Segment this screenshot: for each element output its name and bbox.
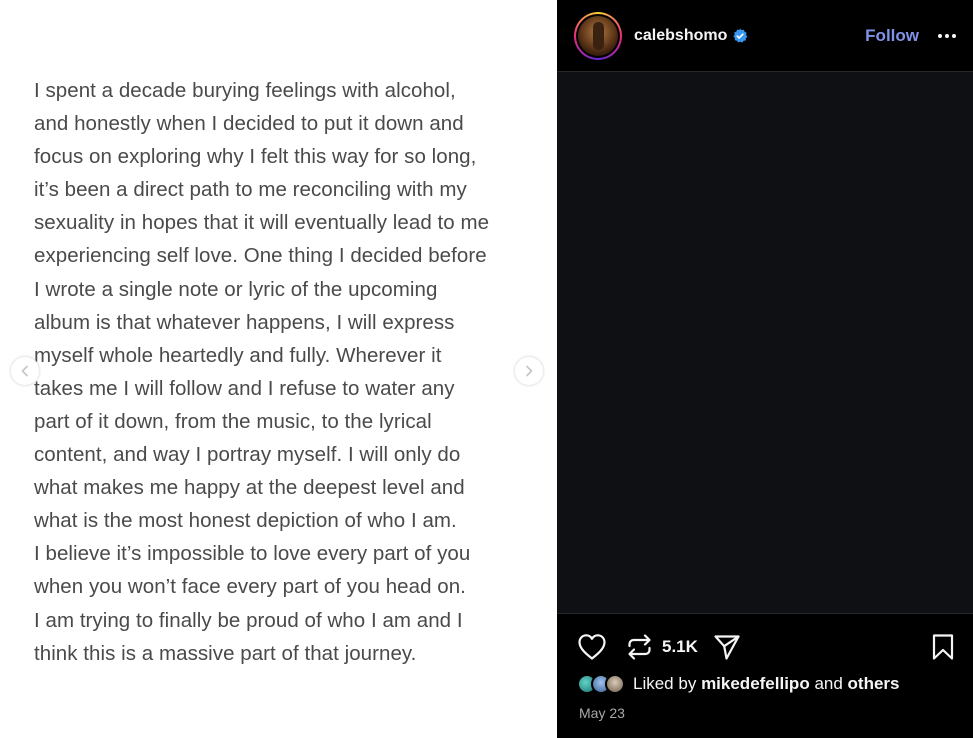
- liked-by-joiner: and: [814, 674, 843, 693]
- post-date[interactable]: May 23: [579, 705, 625, 721]
- carousel-next-button[interactable]: [514, 356, 544, 386]
- follow-button[interactable]: Follow: [865, 26, 919, 46]
- note-text-line: and honestly when I decided to put it do…: [34, 112, 464, 136]
- chevron-right-icon: [526, 365, 533, 377]
- note-text-line: when you won’t face every part of you he…: [34, 575, 466, 599]
- post-actions: 5.1K Liked by mikedefellipo and others M…: [557, 613, 973, 738]
- cropped-text-remnant: [40, 0, 520, 6]
- note-text-line: sexuality in hopes that it will eventual…: [34, 211, 490, 235]
- note-text-line: I believe it’s impossible to love every …: [34, 542, 471, 566]
- bookmark-icon: [932, 634, 954, 660]
- note-text-line: part of it down, from the music, to the …: [34, 409, 432, 433]
- action-bar: 5.1K: [577, 632, 955, 662]
- username-link[interactable]: calebshomo: [634, 27, 727, 45]
- chevron-left-icon: [21, 365, 28, 377]
- repost-count: 5.1K: [662, 637, 698, 656]
- repost-button[interactable]: 5.1K: [626, 633, 698, 661]
- note-text-line: experiencing self love. One thing I deci…: [34, 244, 487, 268]
- more-options-icon: [938, 33, 956, 38]
- more-options-button[interactable]: [937, 26, 957, 46]
- note-text-line: myself whole heartedly and fully. Wherev…: [34, 343, 442, 367]
- note-text: I spent a decade burying feelings with a…: [34, 74, 534, 670]
- note-text-line: I spent a decade burying feelings with a…: [34, 79, 456, 102]
- send-icon: [714, 635, 740, 660]
- note-text-line: what is the most honest depiction of who…: [34, 509, 457, 533]
- liker-avatars[interactable]: [577, 674, 625, 694]
- like-button[interactable]: [577, 633, 607, 661]
- note-text-line: content, and way I portray myself. I wil…: [34, 443, 461, 467]
- avatar[interactable]: [574, 11, 622, 60]
- note-text-line: it’s been a direct path to me reconcilin…: [34, 178, 467, 202]
- save-button[interactable]: [931, 633, 955, 661]
- share-button[interactable]: [713, 633, 741, 661]
- heart-icon: [578, 634, 606, 660]
- note-text-line: album is that whatever happens, I will e…: [34, 310, 455, 334]
- verified-badge-icon: [733, 28, 748, 43]
- liked-by-user-link[interactable]: mikedefellipo: [701, 674, 810, 694]
- repost-icon: [628, 634, 651, 660]
- avatar: [605, 674, 625, 694]
- note-text-line: I am trying to finally be proud of who I…: [34, 608, 463, 632]
- liked-by-others-link[interactable]: others: [848, 674, 900, 694]
- post-panel: calebshomo Follow 5.1K Liked by mikedefe…: [557, 0, 973, 738]
- note-text-line: takes me I will follow and I refuse to w…: [34, 376, 455, 400]
- liked-by: Liked by mikedefellipo and others: [577, 674, 900, 694]
- liked-by-prefix: Liked by: [633, 674, 697, 693]
- note-text-line: what makes me happy at the deepest level…: [34, 476, 465, 500]
- carousel-prev-button[interactable]: [10, 356, 40, 386]
- comments-area: [557, 73, 973, 613]
- note-text-line: I wrote a single note or lyric of the up…: [34, 277, 438, 301]
- post-header: calebshomo Follow: [557, 0, 973, 72]
- post-media: I spent a decade burying feelings with a…: [0, 0, 557, 738]
- note-text-line: focus on exploring why I felt this way f…: [34, 145, 477, 169]
- note-text-line: think this is a massive part of that jou…: [34, 641, 417, 665]
